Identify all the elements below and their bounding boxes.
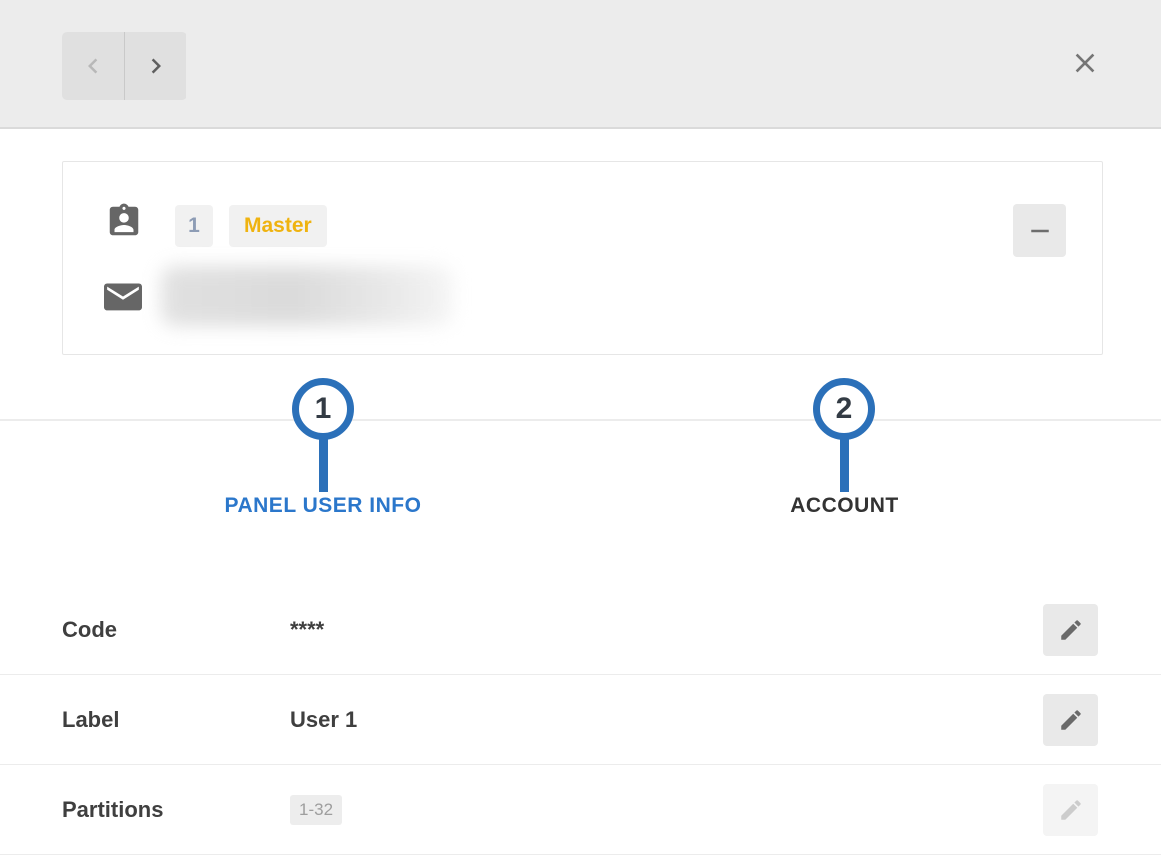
panel-user-dialog: 1 Master 1 2 PANEL USER INFO ACCOUNT Cod…: [0, 0, 1161, 860]
callout-2-number: 2: [813, 378, 875, 440]
close-button[interactable]: [1066, 44, 1104, 82]
field-row-label: Label User 1: [0, 675, 1161, 765]
user-pager: [62, 32, 187, 100]
code-value: ****: [290, 617, 324, 643]
mail-icon: [104, 283, 142, 314]
user-number-badge: 1: [175, 205, 213, 247]
redacted-email: [161, 266, 453, 326]
remove-user-button[interactable]: [1013, 204, 1066, 257]
partitions-label: Partitions: [62, 797, 163, 823]
user-summary-card: 1 Master: [62, 161, 1103, 355]
tab-bar: PANEL USER INFO ACCOUNT: [0, 480, 1161, 560]
callout-1: 1: [292, 378, 354, 440]
edit-code-button[interactable]: [1043, 604, 1098, 656]
callout-2-pointer: [840, 437, 849, 492]
callout-1-pointer: [319, 437, 328, 492]
dialog-header: [0, 0, 1161, 129]
next-user-button[interactable]: [124, 32, 186, 100]
tab-account[interactable]: ACCOUNT: [584, 486, 1105, 526]
field-row-code: Code ****: [0, 585, 1161, 675]
code-label: Code: [62, 617, 117, 643]
callout-2: 2: [813, 378, 875, 440]
pencil-icon: [1058, 797, 1084, 823]
chevron-left-icon: [78, 51, 108, 81]
user-badge-icon: [105, 202, 143, 240]
pencil-icon: [1058, 617, 1084, 643]
partitions-value-badge: 1-32: [290, 795, 342, 825]
section-divider: [0, 419, 1161, 421]
callout-1-number: 1: [292, 378, 354, 440]
tab-panel-user-info[interactable]: PANEL USER INFO: [62, 486, 584, 526]
pencil-icon: [1058, 707, 1084, 733]
panel-user-fields: Code **** Label User 1 Partitions 1-32: [0, 585, 1161, 855]
edit-partitions-button-disabled: [1043, 784, 1098, 836]
previous-user-button[interactable]: [62, 32, 124, 100]
chevron-right-icon: [141, 51, 171, 81]
label-value: User 1: [290, 707, 357, 733]
close-icon: [1069, 47, 1101, 79]
minus-icon: [1025, 216, 1055, 246]
field-row-partitions: Partitions 1-32: [0, 765, 1161, 855]
edit-label-button[interactable]: [1043, 694, 1098, 746]
label-label: Label: [62, 707, 119, 733]
user-role-badge: Master: [229, 205, 327, 247]
